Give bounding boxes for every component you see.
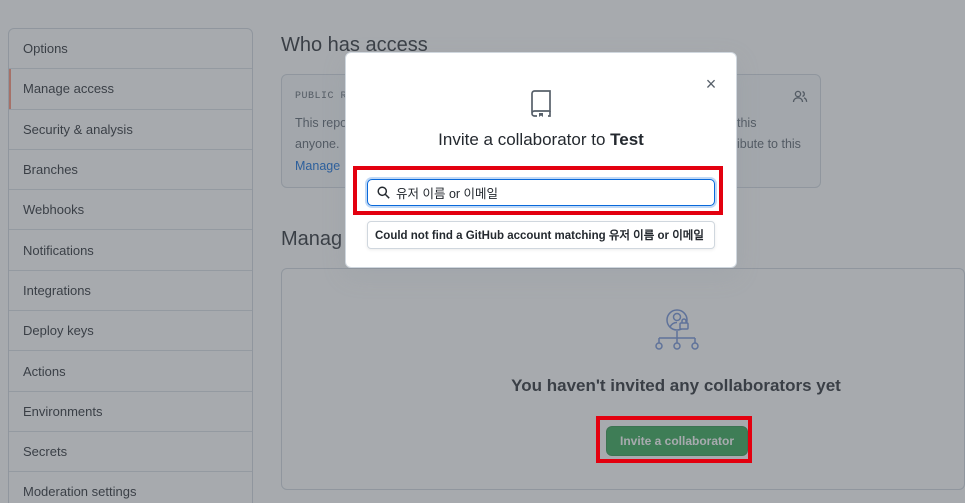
invite-collaborator-dialog: × Invite a collaborator to Test Could no… <box>345 52 737 268</box>
dialog-title: Invite a collaborator to Test <box>346 130 736 150</box>
close-icon[interactable]: × <box>702 75 720 93</box>
collaborator-search-input[interactable] <box>396 185 696 200</box>
repo-icon <box>531 90 551 117</box>
collaborator-search-field[interactable] <box>367 179 715 206</box>
no-match-message: Could not find a GitHub account matching… <box>367 221 715 249</box>
dialog-title-prefix: Invite a collaborator to <box>438 130 611 149</box>
dialog-repo-name: Test <box>610 130 644 149</box>
search-icon <box>377 186 390 199</box>
